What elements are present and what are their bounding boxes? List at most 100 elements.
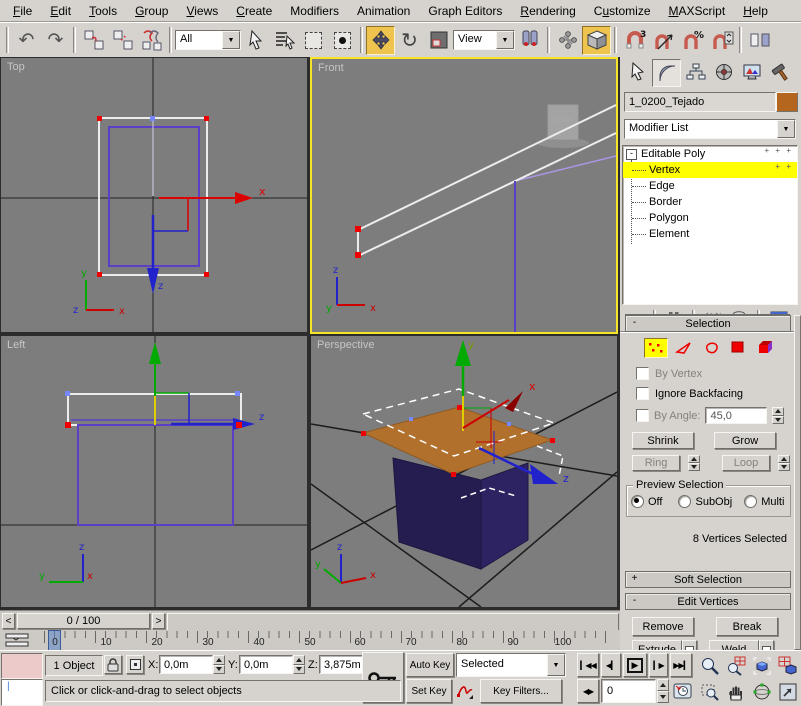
z-coordinate-input[interactable]: 3,875m (319, 655, 364, 674)
collapse-icon[interactable]: - (629, 317, 640, 328)
by-angle-spinner[interactable] (772, 407, 785, 424)
menu-rendering[interactable]: Rendering (511, 2, 584, 20)
front-viewport-canvas[interactable]: z y x (312, 59, 616, 332)
set-key-button[interactable]: Set Key (406, 679, 452, 703)
selection-set-dropdown[interactable]: Selected ▼ (456, 653, 566, 677)
modifier-list-dropdown[interactable]: Modifier List ▼ (624, 119, 796, 139)
play-button[interactable]: ▶ (623, 653, 647, 677)
ring-spinner[interactable] (688, 455, 700, 471)
preview-off-radio[interactable] (631, 495, 644, 508)
use-center-icon[interactable] (515, 26, 544, 55)
menu-group[interactable]: Group (126, 2, 177, 20)
keyboard-override-toggle-icon[interactable] (582, 25, 611, 55)
menu-edit[interactable]: Edit (41, 2, 80, 20)
time-slider-next-button[interactable]: > (152, 613, 165, 629)
select-and-rotate-icon[interactable]: ↻ (395, 26, 424, 55)
shrink-button[interactable]: Shrink (632, 432, 694, 449)
mirror-icon[interactable] (745, 26, 774, 55)
remove-button[interactable]: Remove (632, 617, 694, 636)
menu-graph-editors[interactable]: Graph Editors (419, 2, 511, 20)
chevron-down-icon[interactable]: ▼ (777, 120, 795, 138)
tab-hierarchy[interactable] (682, 59, 709, 85)
object-color-swatch[interactable] (776, 92, 798, 112)
polygon-subobject-icon[interactable] (727, 338, 749, 356)
auto-key-button[interactable]: Auto Key (406, 653, 454, 677)
zoom-icon[interactable] (697, 653, 722, 679)
object-name-field[interactable]: 1_0200_Tejado (624, 92, 776, 112)
menu-animation[interactable]: Animation (348, 2, 419, 20)
rectangular-selection-region-icon[interactable] (299, 26, 328, 55)
select-and-scale-icon[interactable] (424, 26, 453, 55)
time-slider-prev-button[interactable]: < (2, 613, 15, 629)
chevron-down-icon[interactable]: ▼ (547, 654, 565, 676)
x-coordinate-input[interactable]: 0,0m (159, 655, 213, 674)
border-subobject-icon[interactable] (700, 338, 722, 356)
select-by-name-icon[interactable] (270, 26, 299, 55)
stack-row-vertex[interactable]: Vertex + + (623, 162, 797, 178)
tab-modify[interactable] (652, 59, 681, 87)
bind-to-space-warp-icon[interactable] (137, 26, 166, 55)
collapse-icon[interactable]: - (629, 595, 640, 606)
edge-subobject-icon[interactable] (673, 338, 695, 356)
select-and-move-icon[interactable] (366, 25, 395, 55)
by-angle-checkbox[interactable] (636, 409, 649, 422)
menu-create[interactable]: Create (227, 2, 281, 20)
selection-filter-dropdown[interactable]: All ▼ (175, 30, 241, 50)
y-coordinate-input[interactable]: 0,0m (239, 655, 293, 674)
min-max-toggle-icon[interactable] (775, 679, 800, 705)
viewport-top[interactable]: Top x z y x z (1, 58, 307, 332)
region-zoom-icon[interactable] (697, 679, 722, 705)
viewport-perspective[interactable]: Perspective y x z z y x (311, 336, 617, 607)
expand-icon[interactable]: + (629, 573, 640, 584)
current-frame-input[interactable]: 0 (601, 679, 656, 703)
viewport-front[interactable]: Front z y x (310, 57, 618, 334)
zoom-extents-all-icon[interactable] (775, 653, 800, 679)
y-coordinate-spinner[interactable] (293, 655, 305, 674)
percent-snap-icon[interactable]: % (678, 26, 707, 55)
zoom-all-icon[interactable] (723, 653, 748, 679)
stack-row-edge[interactable]: Edge (623, 178, 797, 194)
menu-file[interactable]: File (4, 2, 41, 20)
time-slider-knob[interactable]: 0 / 100 (17, 613, 150, 629)
grow-button[interactable]: Grow (714, 432, 776, 449)
next-frame-button[interactable]: ▎▶ (649, 653, 668, 677)
loop-button[interactable]: Loop (722, 455, 770, 471)
by-angle-input[interactable]: 45,0 (705, 407, 768, 424)
arc-rotate-icon[interactable] (749, 679, 774, 705)
menu-maxscript[interactable]: MAXScript (660, 2, 735, 20)
time-slider-track[interactable] (167, 613, 619, 631)
ring-button[interactable]: Ring (632, 455, 680, 471)
go-to-end-button[interactable]: ▶▶▎ (670, 653, 692, 677)
zoom-extents-icon[interactable] (749, 653, 774, 679)
panel-scrollbar[interactable] (794, 315, 801, 650)
viewport-left[interactable]: Left z z y x (1, 336, 307, 607)
ignore-backfacing-checkbox[interactable] (636, 387, 649, 400)
angle-snap-icon[interactable] (649, 26, 678, 55)
unlink-selection-icon[interactable] (108, 26, 137, 55)
menu-views[interactable]: Views (177, 2, 227, 20)
perspective-viewport-canvas[interactable]: y x z z y x (311, 336, 617, 607)
chevron-down-icon[interactable]: ▼ (496, 31, 514, 49)
menu-tools[interactable]: Tools (80, 2, 126, 20)
left-viewport-canvas[interactable]: z z y x (1, 336, 307, 607)
selection-rollout-header[interactable]: - Selection (625, 315, 791, 332)
tab-create[interactable] (624, 59, 651, 85)
top-viewport-canvas[interactable]: x z y x z (1, 58, 307, 332)
tab-utilities[interactable] (766, 59, 793, 85)
stack-row-polygon[interactable]: Polygon (623, 210, 797, 226)
menu-modifiers[interactable]: Modifiers (281, 2, 348, 20)
maxscript-mini-listener[interactable]: ▏ (1, 679, 43, 706)
selection-lock-toggle[interactable] (104, 655, 122, 674)
x-coordinate-spinner[interactable] (213, 655, 225, 674)
by-vertex-checkbox[interactable] (636, 367, 649, 380)
select-object-icon[interactable] (241, 26, 270, 55)
new-key-default-in-out-icon[interactable] (454, 679, 476, 703)
key-mode-toggle[interactable]: ◀▶ (577, 679, 599, 703)
tab-motion[interactable] (710, 59, 737, 85)
select-and-link-icon[interactable] (79, 26, 108, 55)
time-configuration-icon[interactable] (671, 679, 693, 703)
previous-frame-button[interactable]: ◀▎ (601, 653, 621, 677)
stack-row-element[interactable]: Element (623, 226, 797, 242)
pan-hand-icon[interactable] (723, 679, 748, 705)
open-mini-curve-editor-icon[interactable] (3, 632, 31, 648)
